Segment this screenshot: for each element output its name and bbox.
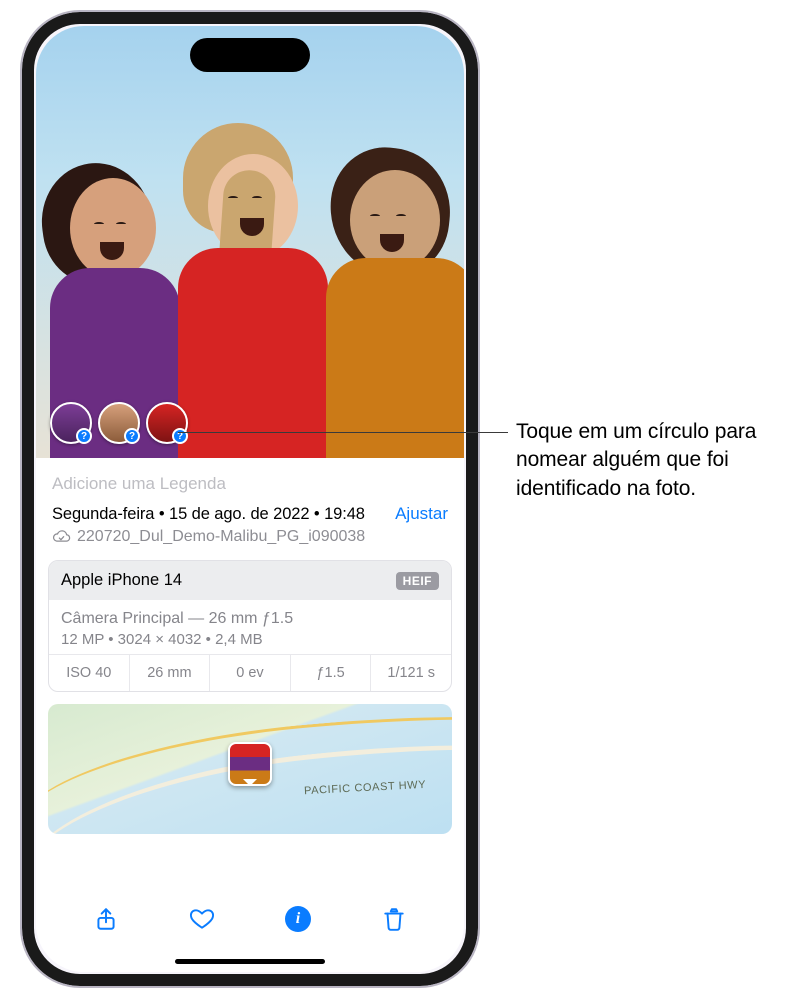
focal-length-value: 26 mm bbox=[130, 655, 211, 691]
home-indicator[interactable] bbox=[175, 959, 325, 964]
callout-leader-line bbox=[178, 432, 508, 433]
info-button[interactable]: i bbox=[283, 904, 313, 934]
adjust-button[interactable]: Ajustar bbox=[395, 504, 448, 524]
map-photo-pin[interactable] bbox=[228, 742, 272, 786]
trash-icon bbox=[381, 906, 407, 932]
face-circle-3[interactable]: ? bbox=[146, 402, 188, 444]
iso-value: ISO 40 bbox=[49, 655, 130, 691]
person-2-figure bbox=[178, 128, 338, 458]
iphone-frame: ? ? ? Adicione uma Legenda Segunda-feira… bbox=[20, 10, 480, 988]
image-specs: 12 MP • 3024 × 4032 • 2,4 MB bbox=[61, 631, 439, 648]
share-icon bbox=[93, 906, 119, 932]
info-icon: i bbox=[285, 906, 311, 932]
location-map[interactable]: PACIFIC COAST HWY bbox=[48, 704, 452, 834]
face-circle-1[interactable]: ? bbox=[50, 402, 92, 444]
photo-metadata-block: Segunda-feira • 15 de ago. de 2022 • 19:… bbox=[36, 504, 464, 546]
icloud-check-icon bbox=[52, 530, 71, 544]
face-unknown-badge-icon: ? bbox=[124, 428, 140, 444]
heart-icon bbox=[189, 906, 215, 932]
image-format-badge: HEIF bbox=[396, 572, 439, 590]
photo-viewer[interactable]: ? ? ? bbox=[36, 26, 464, 458]
favorite-button[interactable] bbox=[187, 904, 217, 934]
delete-button[interactable] bbox=[379, 904, 409, 934]
person-3-figure bbox=[326, 148, 464, 458]
screen: ? ? ? Adicione uma Legenda Segunda-feira… bbox=[36, 26, 464, 972]
share-button[interactable] bbox=[91, 904, 121, 934]
dynamic-island bbox=[190, 38, 310, 72]
lens-description: Câmera Principal — 26 mm ƒ1.5 bbox=[61, 610, 439, 628]
camera-info-card: Apple iPhone 14 HEIF Câmera Principal — … bbox=[48, 560, 452, 692]
face-unknown-badge-icon: ? bbox=[172, 428, 188, 444]
face-unknown-badge-icon: ? bbox=[76, 428, 92, 444]
caption-input[interactable]: Adicione uma Legenda bbox=[36, 458, 464, 504]
aperture-value: ƒ1.5 bbox=[291, 655, 372, 691]
shutter-value: 1/121 s bbox=[371, 655, 451, 691]
camera-device-name: Apple iPhone 14 bbox=[61, 571, 182, 590]
photo-date-time: Segunda-feira • 15 de ago. de 2022 • 19:… bbox=[52, 505, 365, 524]
detected-faces-row: ? ? ? bbox=[50, 402, 188, 444]
face-circle-2[interactable]: ? bbox=[98, 402, 140, 444]
callout-text: Toque em um círculo para nomear alguém q… bbox=[516, 418, 792, 503]
original-filename: 220720_Dul_Demo-Malibu_PG_i090038 bbox=[77, 528, 365, 546]
exposure-value: 0 ev bbox=[210, 655, 291, 691]
